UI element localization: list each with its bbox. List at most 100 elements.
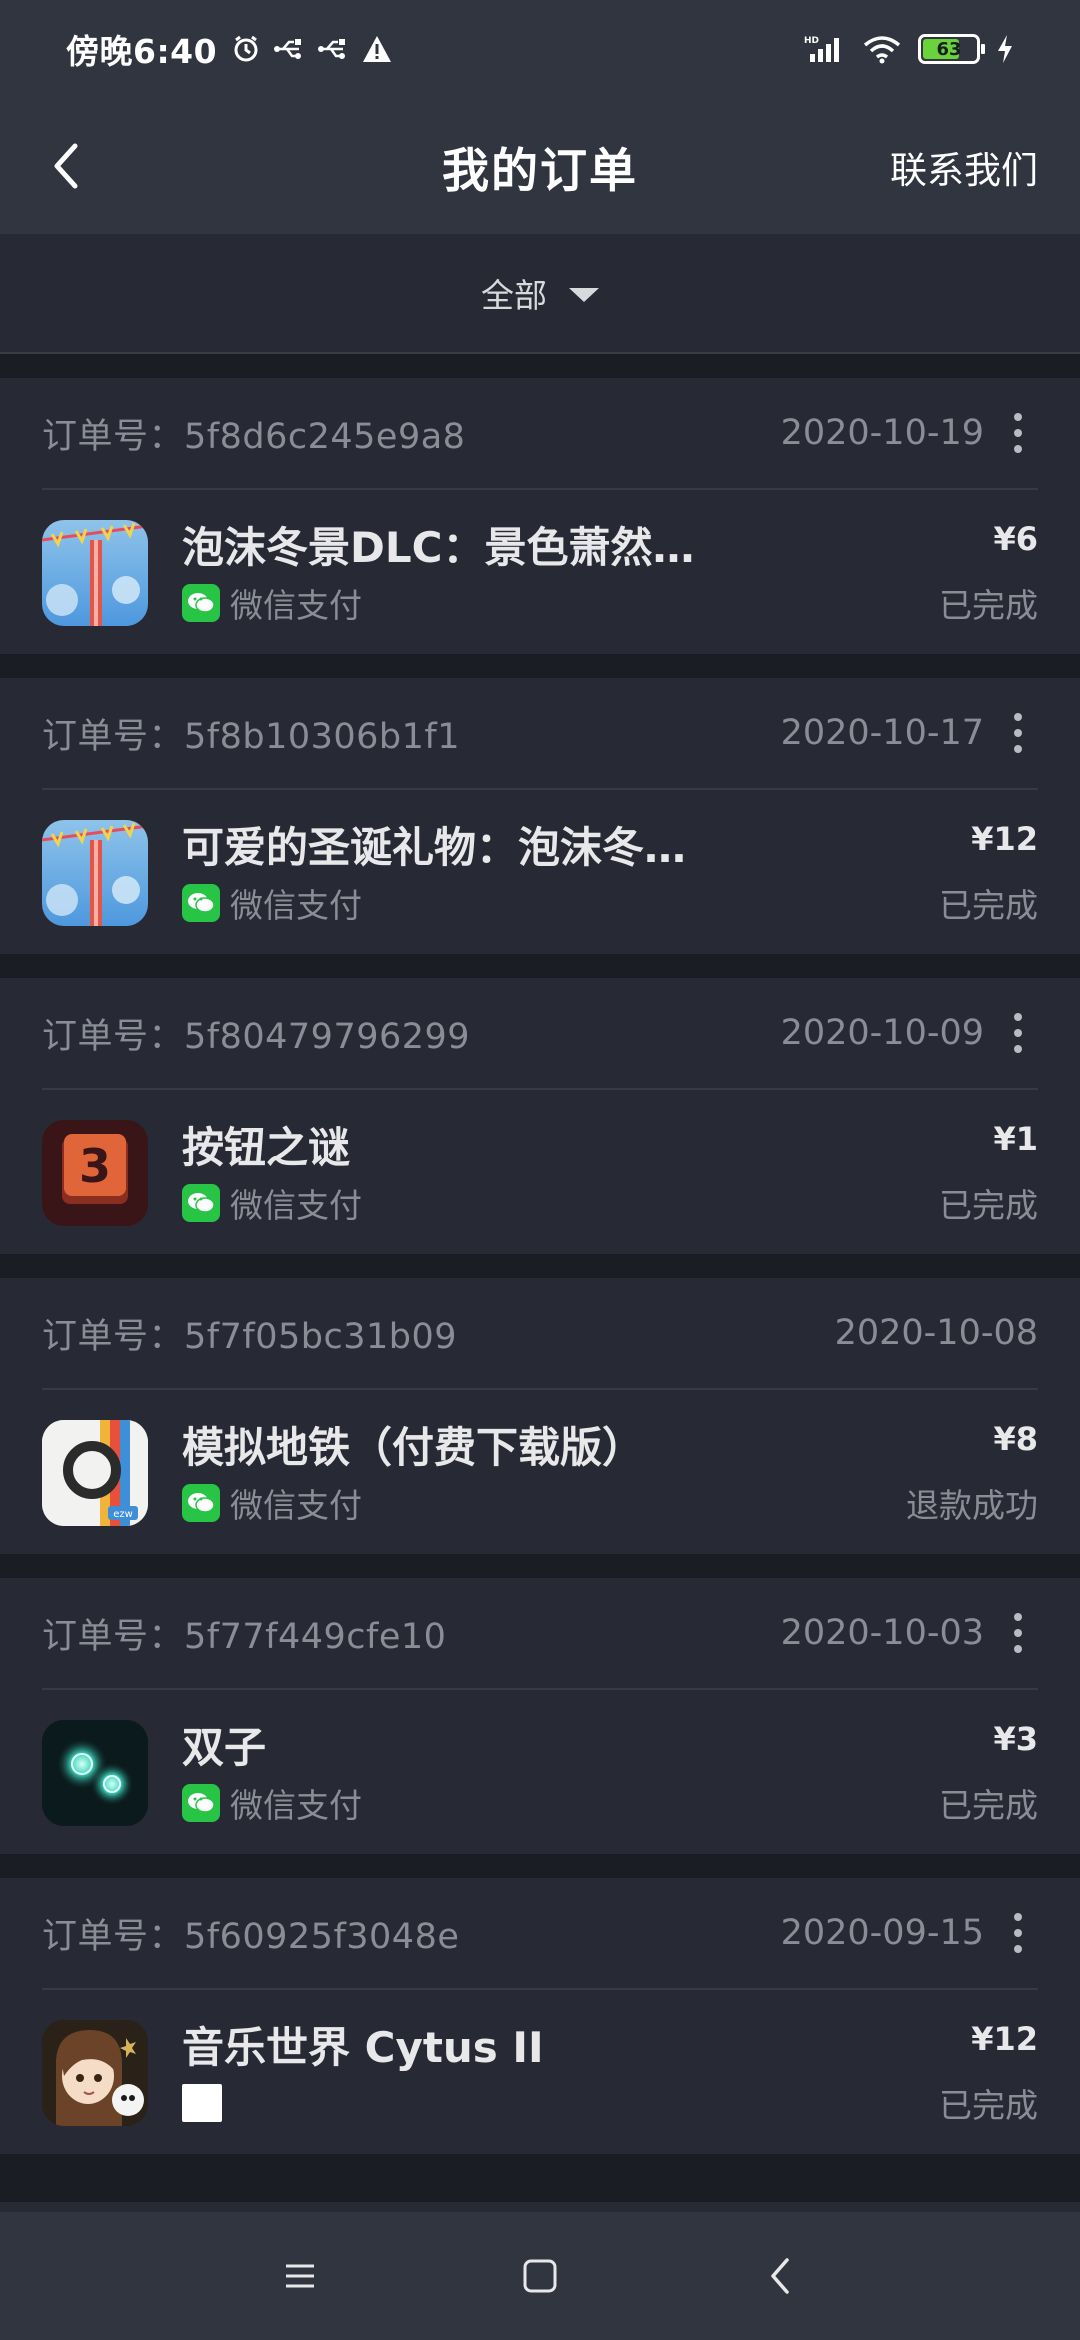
- wechat-pay-icon: [182, 584, 220, 623]
- order-body: ezw 模拟地铁（付费下载版） 微信支付 ¥8 退款成功: [42, 1392, 1038, 1554]
- order-number: 订单号：5f8d6c245e9a8: [42, 416, 466, 457]
- order-card[interactable]: 订单号：5f7f05bc31b09 2020-10-08 ezw 模拟地铁（付费…: [0, 1278, 1080, 1554]
- order-status: 已完成: [939, 1185, 1038, 1225]
- caret-down-icon: [569, 288, 599, 302]
- status-system-icons: HD 63: [804, 34, 1014, 64]
- order-header: 订单号：5f60925f3048e 2020-09-15: [42, 1878, 1038, 1990]
- payment-method: 微信支付: [182, 883, 919, 925]
- order-price: ¥8: [993, 1420, 1038, 1459]
- order-date: 2020-10-19: [780, 413, 984, 453]
- status-time: 傍晚6:40: [66, 32, 218, 71]
- order-header: 订单号：5f8d6c245e9a8 2020-10-19: [42, 378, 1038, 490]
- order-date: 2020-10-03: [780, 1613, 984, 1653]
- order-header: 订单号：5f80479796299 2020-10-09: [42, 978, 1038, 1090]
- order-list: 订单号：5f8d6c245e9a8 2020-10-19 泡沫冬景DLC：景色萧…: [0, 378, 1080, 2178]
- order-number: 订单号：5f80479796299: [42, 1016, 471, 1057]
- order-price: ¥3: [993, 1720, 1038, 1759]
- svg-text:ezw: ezw: [113, 1509, 133, 1520]
- payment-placeholder-icon: [182, 2084, 222, 2123]
- order-body: 可爱的圣诞礼物：泡沫冬… 微信支付 ¥12 已完成: [42, 792, 1038, 954]
- order-card[interactable]: 订单号：5f8d6c245e9a8 2020-10-19 泡沫冬景DLC：景色萧…: [0, 378, 1080, 654]
- product-name: 泡沫冬景DLC：景色萧然…: [182, 522, 695, 572]
- warning-icon: [361, 34, 393, 64]
- payment-label: 微信支付: [230, 1486, 362, 1526]
- payment-method: 微信支付: [182, 583, 919, 625]
- more-options-icon[interactable]: [998, 1603, 1038, 1663]
- status-notification-icons: [231, 34, 393, 64]
- back-arrow-icon: [54, 143, 78, 189]
- product-name: 模拟地铁（付费下载版）: [182, 1422, 645, 1472]
- system-navigation-bar: [0, 2212, 1080, 2340]
- wechat-pay-icon: [182, 1784, 220, 1823]
- winter-scene-icon: [42, 520, 148, 626]
- number-3-icon: 3: [42, 1120, 148, 1226]
- page-title: 我的订单: [442, 143, 638, 199]
- order-body: 音乐世界 Cytus II ¥12 已完成: [42, 1992, 1038, 2154]
- order-number: 订单号：5f77f449cfe10: [42, 1616, 447, 1657]
- order-price: ¥6: [993, 520, 1038, 559]
- usb-icon: [317, 37, 349, 61]
- back-button[interactable]: [38, 136, 94, 196]
- product-name: 双子: [182, 1722, 267, 1772]
- order-price: ¥1: [993, 1120, 1038, 1159]
- order-status: 已完成: [939, 1785, 1038, 1825]
- more-options-icon[interactable]: [998, 703, 1038, 763]
- twin-orbs-icon: [42, 1720, 148, 1826]
- order-card[interactable]: 订单号：5f8b10306b1f1 2020-10-17 可爱的圣诞礼物：泡沫冬…: [0, 678, 1080, 954]
- contact-us-button[interactable]: 联系我们: [890, 140, 1038, 194]
- nav-back-button[interactable]: [750, 2246, 810, 2306]
- product-name: 按钮之谜: [182, 1122, 351, 1172]
- payment-label: 微信支付: [230, 586, 362, 626]
- menu-icon: [286, 2264, 314, 2288]
- order-body: 3 按钮之谜 微信支付 ¥1 已完成: [42, 1092, 1038, 1254]
- filter-label: 全部: [481, 276, 547, 315]
- order-status: 已完成: [939, 2085, 1038, 2125]
- charging-icon: [996, 34, 1014, 64]
- battery-icon: 63: [918, 34, 985, 64]
- wechat-pay-icon: [182, 884, 220, 923]
- status-bar: 傍晚6:40 HD 63: [0, 0, 1080, 98]
- payment-label: 微信支付: [230, 1786, 362, 1826]
- order-number: 订单号：5f8b10306b1f1: [42, 716, 461, 757]
- back-icon: [771, 2258, 789, 2294]
- order-date: 2020-09-15: [780, 1913, 984, 1953]
- order-card[interactable]: 订单号：5f80479796299 2020-10-09 3 按钮之谜 微信支付…: [0, 978, 1080, 1254]
- menu-button[interactable]: [270, 2246, 330, 2306]
- header: 我的订单 联系我们: [0, 98, 1080, 234]
- home-button[interactable]: [510, 2246, 570, 2306]
- product-name: 可爱的圣诞礼物：泡沫冬…: [182, 822, 687, 872]
- order-card[interactable]: 订单号：5f77f449cfe10 2020-10-03 双子 微信支付 ¥3 …: [0, 1578, 1080, 1854]
- order-header: 订单号：5f7f05bc31b09 2020-10-08: [42, 1278, 1038, 1390]
- order-status: 已完成: [939, 885, 1038, 925]
- svg-text:3: 3: [79, 1139, 111, 1193]
- order-header: 订单号：5f77f449cfe10 2020-10-03: [42, 1578, 1038, 1690]
- product-name: 音乐世界 Cytus II: [182, 2022, 544, 2072]
- payment-label: 微信支付: [230, 1186, 362, 1226]
- mini-metro-icon: ezw: [42, 1420, 148, 1526]
- order-status: 已完成: [939, 585, 1038, 625]
- order-card[interactable]: 订单号：5f60925f3048e 2020-09-15 音乐世界 Cytus …: [0, 1878, 1080, 2154]
- order-header: 订单号：5f8b10306b1f1 2020-10-17: [42, 678, 1038, 790]
- winter-scene-icon: [42, 820, 148, 926]
- more-options-icon[interactable]: [998, 403, 1038, 463]
- home-icon: [523, 2259, 557, 2293]
- order-status: 退款成功: [906, 1485, 1038, 1525]
- signal-icon: HD: [804, 34, 846, 64]
- order-date: 2020-10-09: [780, 1013, 984, 1053]
- payment-method: 微信支付: [182, 1783, 919, 1825]
- more-options-icon[interactable]: [998, 1903, 1038, 1963]
- payment-label: 微信支付: [230, 886, 362, 926]
- order-number: 订单号：5f60925f3048e: [42, 1916, 460, 1957]
- order-date: 2020-10-08: [834, 1313, 1038, 1353]
- order-number: 订单号：5f7f05bc31b09: [42, 1316, 457, 1357]
- cytus-character-icon: [42, 2020, 148, 2126]
- payment-method: [182, 2083, 919, 2123]
- payment-method: 微信支付: [182, 1183, 919, 1225]
- order-body: 双子 微信支付 ¥3 已完成: [42, 1692, 1038, 1854]
- alarm-icon: [231, 34, 261, 64]
- wifi-icon: [862, 34, 902, 64]
- filter-dropdown[interactable]: 全部: [0, 234, 1080, 354]
- order-price: ¥12: [971, 820, 1038, 859]
- more-options-icon[interactable]: [998, 1003, 1038, 1063]
- usb-icon: [273, 37, 305, 61]
